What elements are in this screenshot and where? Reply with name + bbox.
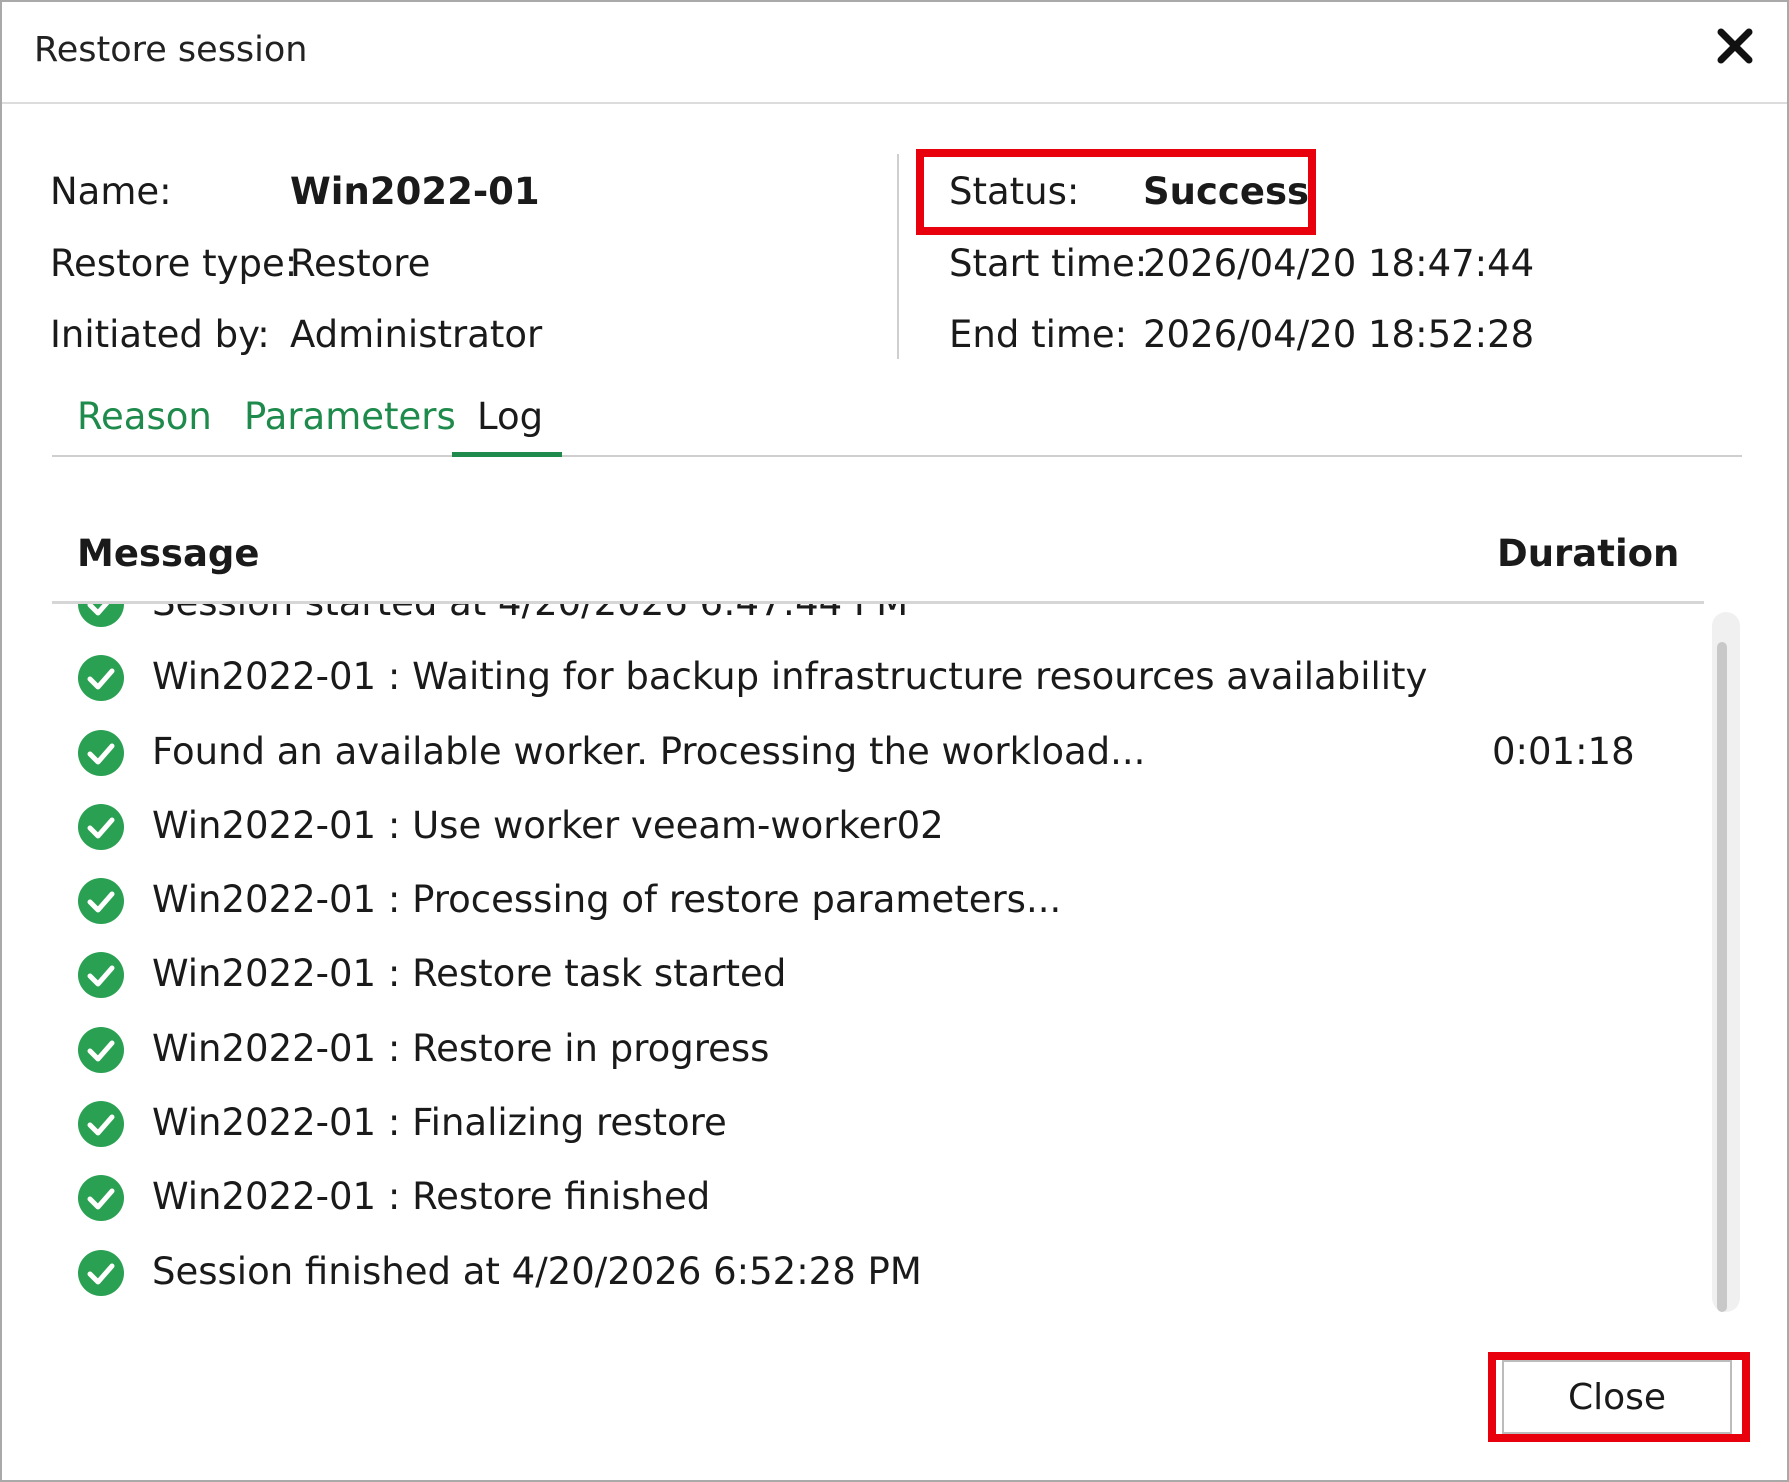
success-check-icon <box>78 604 124 627</box>
log-message: Found an available worker. Processing th… <box>152 729 1146 773</box>
name-value: Win2022-01 <box>290 170 540 213</box>
success-check-icon <box>78 1249 124 1296</box>
log-message: Win2022-01 : Processing of restore param… <box>152 878 1062 922</box>
tab-strip-line <box>52 455 1742 457</box>
restore-type-label: Restore type: <box>50 242 298 285</box>
info-divider <box>897 154 899 359</box>
restore-session-dialog: Restore session Name: Win2022-01 Restore… <box>0 0 1789 1482</box>
column-header-message[interactable]: Message <box>77 532 260 575</box>
log-row[interactable]: Win2022-01 : Finalizing restore <box>52 1087 1702 1161</box>
log-row[interactable]: Win2022-01 : Waiting for backup infrastr… <box>52 641 1702 715</box>
end-time-value: 2026/04/20 18:52:28 <box>1143 313 1535 356</box>
log-row[interactable]: Session finished at 4/20/2026 6:52:28 PM <box>52 1236 1702 1310</box>
initiated-by-value: Administrator <box>290 313 543 356</box>
log-message: Win2022-01 : Use worker veeam-worker02 <box>152 803 944 847</box>
start-time-value: 2026/04/20 18:47:44 <box>1143 242 1535 285</box>
success-check-icon <box>78 1175 124 1222</box>
success-check-icon <box>78 655 124 702</box>
log-message: Win2022-01 : Waiting for backup infrastr… <box>152 655 1428 699</box>
close-icon[interactable] <box>1713 24 1757 68</box>
tab-parameters[interactable]: Parameters <box>244 395 456 438</box>
status-highlight-box <box>916 149 1316 235</box>
log-duration: 0:01:18 <box>1492 729 1635 773</box>
end-time-label: End time: <box>949 313 1128 356</box>
success-check-icon <box>78 729 124 776</box>
log-message: Win2022-01 : Restore in progress <box>152 1026 770 1070</box>
log-row[interactable]: Win2022-01 : Restore task started <box>52 938 1702 1012</box>
success-check-icon <box>78 1101 124 1148</box>
log-message: Session started at 4/20/2026 6:47:44 PM <box>152 604 908 624</box>
log-row[interactable]: Win2022-01 : Processing of restore param… <box>52 864 1702 938</box>
success-check-icon <box>78 1026 124 1073</box>
log-row[interactable]: Session started at 4/20/2026 6:47:44 PM <box>52 604 1702 641</box>
tab-log[interactable]: Log <box>477 395 543 438</box>
window-title: Restore session <box>34 30 308 70</box>
log-row[interactable]: Win2022-01 : Restore in progress <box>52 1013 1702 1087</box>
scrollbar-thumb[interactable] <box>1717 642 1727 1312</box>
success-check-icon <box>78 803 124 850</box>
start-time-label: Start time: <box>949 242 1148 285</box>
tab-reason[interactable]: Reason <box>77 395 212 438</box>
close-highlight-box <box>1488 1352 1750 1442</box>
success-check-icon <box>78 878 124 925</box>
column-header-duration[interactable]: Duration <box>1497 532 1679 575</box>
log-message: Win2022-01 : Restore finished <box>152 1175 711 1219</box>
log-list: Session started at 4/20/2026 6:47:44 PM W… <box>52 604 1702 1310</box>
title-bar: Restore session <box>2 2 1787 104</box>
log-message: Win2022-01 : Finalizing restore <box>152 1101 727 1145</box>
active-tab-indicator <box>452 452 562 457</box>
log-row[interactable]: Win2022-01 : Use worker veeam-worker02 <box>52 790 1702 864</box>
log-row[interactable]: Found an available worker. Processing th… <box>52 716 1702 790</box>
name-label: Name: <box>50 170 172 213</box>
success-check-icon <box>78 952 124 999</box>
log-message: Win2022-01 : Restore task started <box>152 952 787 996</box>
log-row[interactable]: Win2022-01 : Restore finished <box>52 1161 1702 1235</box>
initiated-by-label: Initiated by: <box>50 313 270 356</box>
restore-type-value: Restore <box>290 242 431 285</box>
log-list-viewport: Session started at 4/20/2026 6:47:44 PM W… <box>52 604 1702 1314</box>
log-message: Session finished at 4/20/2026 6:52:28 PM <box>152 1249 922 1293</box>
